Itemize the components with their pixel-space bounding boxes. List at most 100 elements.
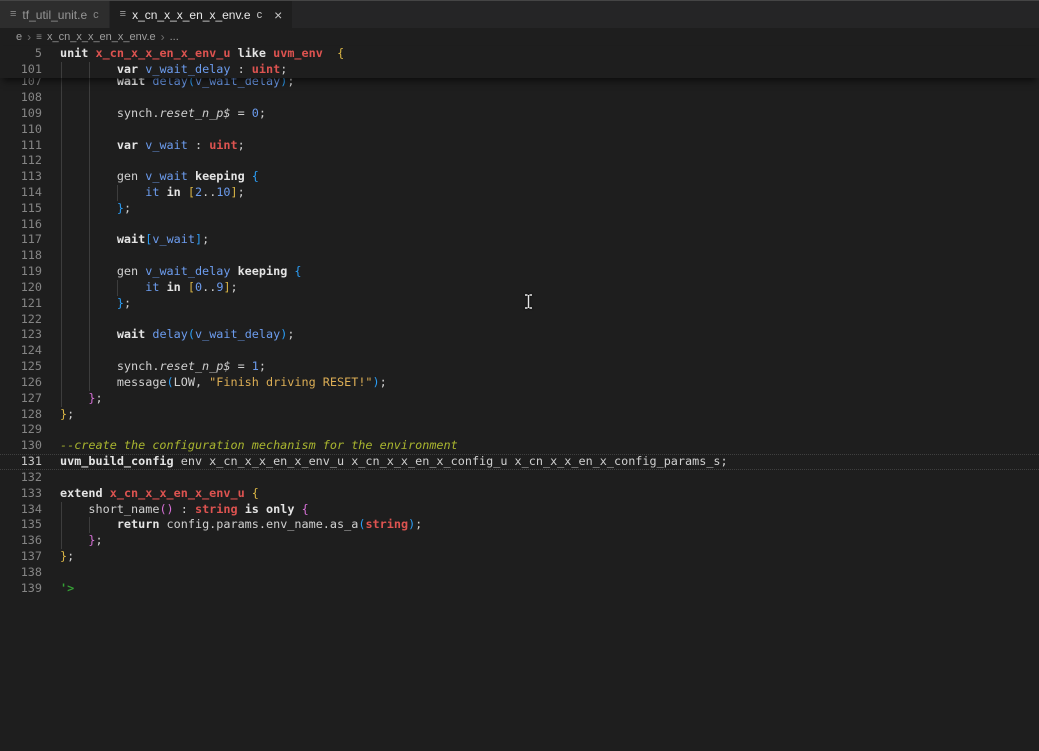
line-number[interactable]: 101 xyxy=(0,62,42,78)
indent-guide xyxy=(89,138,90,154)
line-number[interactable]: 111 xyxy=(0,138,42,154)
line-number[interactable]: 133 xyxy=(0,486,42,502)
code-line[interactable]: 115 }; xyxy=(0,201,1039,217)
code-line[interactable]: 121 }; xyxy=(0,296,1039,312)
code-line[interactable]: 113 gen v_wait keeping { xyxy=(0,169,1039,185)
line-number[interactable]: 135 xyxy=(0,517,42,533)
breadcrumb-root[interactable]: e xyxy=(16,31,22,43)
tab-label: tf_util_unit.e xyxy=(22,8,87,22)
indent-guide xyxy=(61,343,62,359)
line-number[interactable]: 129 xyxy=(0,422,42,438)
code-line[interactable]: 119 gen v_wait_delay keeping { xyxy=(0,264,1039,280)
indent-guide xyxy=(89,169,90,185)
indent-guide xyxy=(61,391,62,407)
code-line[interactable]: 128}; xyxy=(0,407,1039,423)
code-line[interactable]: 132 xyxy=(0,470,1039,486)
code-text: --create the configuration mechanism for… xyxy=(60,438,458,454)
tab-x-cn-x-x-en-x-env[interactable]: ≡ x_cn_x_x_en_x_env.e c × xyxy=(110,1,294,28)
code-line[interactable]: 133 extend x_cn_x_x_en_x_env_u { xyxy=(0,486,1039,502)
line-number[interactable]: 131 xyxy=(0,454,42,470)
code-text: message(LOW, "Finish driving RESET!"); xyxy=(60,375,387,391)
line-number[interactable]: 137 xyxy=(0,549,42,565)
line-number[interactable]: 110 xyxy=(0,122,42,138)
line-number[interactable]: 126 xyxy=(0,375,42,391)
code-text: }; xyxy=(60,407,74,423)
code-line[interactable]: 129 xyxy=(0,422,1039,438)
line-number[interactable]: 117 xyxy=(0,232,42,248)
code-text: extend x_cn_x_x_en_x_env_u { xyxy=(60,486,259,502)
line-number[interactable]: 118 xyxy=(0,248,42,264)
line-number[interactable]: 134 xyxy=(0,502,42,518)
indent-guide xyxy=(61,312,62,328)
code-line[interactable]: 116 xyxy=(0,217,1039,233)
code-line[interactable]: 112 xyxy=(0,153,1039,169)
code-line[interactable]: 138 xyxy=(0,565,1039,581)
indent-guide xyxy=(117,280,118,296)
code-line[interactable]: 5unit x_cn_x_x_en_x_env_u like uvm_env { xyxy=(0,46,1039,62)
indent-guide xyxy=(61,201,62,217)
line-number[interactable]: 139 xyxy=(0,581,42,597)
code-line[interactable]: 114 it in [2..10]; xyxy=(0,185,1039,201)
line-number[interactable]: 125 xyxy=(0,359,42,375)
line-number[interactable]: 122 xyxy=(0,312,42,328)
indent-guide xyxy=(89,232,90,248)
line-number[interactable]: 112 xyxy=(0,153,42,169)
code-line[interactable]: 123 wait delay(v_wait_delay); xyxy=(0,327,1039,343)
indent-guide xyxy=(89,359,90,375)
indent-guide xyxy=(89,375,90,391)
breadcrumb-file[interactable]: x_cn_x_x_en_x_env.e xyxy=(47,31,156,43)
line-number[interactable]: 114 xyxy=(0,185,42,201)
chevron-right-icon: › xyxy=(161,30,165,44)
line-number[interactable]: 108 xyxy=(0,90,42,106)
indent-guide xyxy=(61,502,62,518)
indent-guide xyxy=(61,359,62,375)
code-text: '> xyxy=(60,581,74,597)
line-number[interactable]: 124 xyxy=(0,343,42,359)
code-line[interactable]: 139 '> xyxy=(0,581,1039,597)
code-line[interactable]: 134 short_name() : string is only { xyxy=(0,502,1039,518)
code-line[interactable]: 122 xyxy=(0,312,1039,328)
line-number[interactable]: 116 xyxy=(0,217,42,233)
code-line[interactable]: 137}; xyxy=(0,549,1039,565)
code-line[interactable]: 109 synch.reset_n_p$ = 0; xyxy=(0,106,1039,122)
code-line[interactable]: 101 var v_wait_delay : uint; xyxy=(0,62,1039,78)
code-line[interactable]: 135 return config.params.env_name.as_a(s… xyxy=(0,517,1039,533)
line-number[interactable]: 136 xyxy=(0,533,42,549)
line-number[interactable]: 115 xyxy=(0,201,42,217)
line-number[interactable]: 120 xyxy=(0,280,42,296)
line-number[interactable]: 5 xyxy=(0,46,42,62)
code-line[interactable]: 124 xyxy=(0,343,1039,359)
line-number[interactable]: 123 xyxy=(0,327,42,343)
line-number[interactable]: 128 xyxy=(0,407,42,423)
line-number[interactable]: 119 xyxy=(0,264,42,280)
code-line[interactable]: 136 }; xyxy=(0,533,1039,549)
code-line[interactable]: 111 var v_wait : uint; xyxy=(0,138,1039,154)
code-line[interactable]: 126 message(LOW, "Finish driving RESET!"… xyxy=(0,375,1039,391)
code-line[interactable]: 131uvm_build_config env x_cn_x_x_en_x_en… xyxy=(0,454,1039,470)
close-icon[interactable]: × xyxy=(274,8,282,22)
code-line[interactable]: 108 xyxy=(0,90,1039,106)
file-icon: ≡ xyxy=(10,9,16,20)
line-number[interactable]: 113 xyxy=(0,169,42,185)
code-line[interactable]: 130 --create the configuration mechanism … xyxy=(0,438,1039,454)
indent-guide xyxy=(61,90,62,106)
code-text: synch.reset_n_p$ = 0; xyxy=(60,106,266,122)
line-number[interactable]: 121 xyxy=(0,296,42,312)
code-line[interactable]: 110 xyxy=(0,122,1039,138)
breadcrumb-more[interactable]: ... xyxy=(170,31,179,43)
code-line[interactable]: 118 xyxy=(0,248,1039,264)
line-number[interactable]: 130 xyxy=(0,438,42,454)
indent-guide xyxy=(89,106,90,122)
code-line[interactable]: 127 }; xyxy=(0,391,1039,407)
code-line[interactable]: 125 synch.reset_n_p$ = 1; xyxy=(0,359,1039,375)
code-line[interactable]: 117 wait[v_wait]; xyxy=(0,232,1039,248)
line-number[interactable]: 138 xyxy=(0,565,42,581)
line-number[interactable]: 132 xyxy=(0,470,42,486)
code-text: it in [0..9]; xyxy=(60,280,238,296)
line-number[interactable]: 127 xyxy=(0,391,42,407)
code-line[interactable]: 120 it in [0..9]; xyxy=(0,280,1039,296)
code-text: wait delay(v_wait_delay); xyxy=(60,327,294,343)
line-number[interactable]: 109 xyxy=(0,106,42,122)
tab-tf-util-unit[interactable]: ≡ tf_util_unit.e c xyxy=(0,1,110,28)
editor-pane[interactable]: 107 wait delay(v_wait_delay);108109 sync… xyxy=(0,46,1039,751)
